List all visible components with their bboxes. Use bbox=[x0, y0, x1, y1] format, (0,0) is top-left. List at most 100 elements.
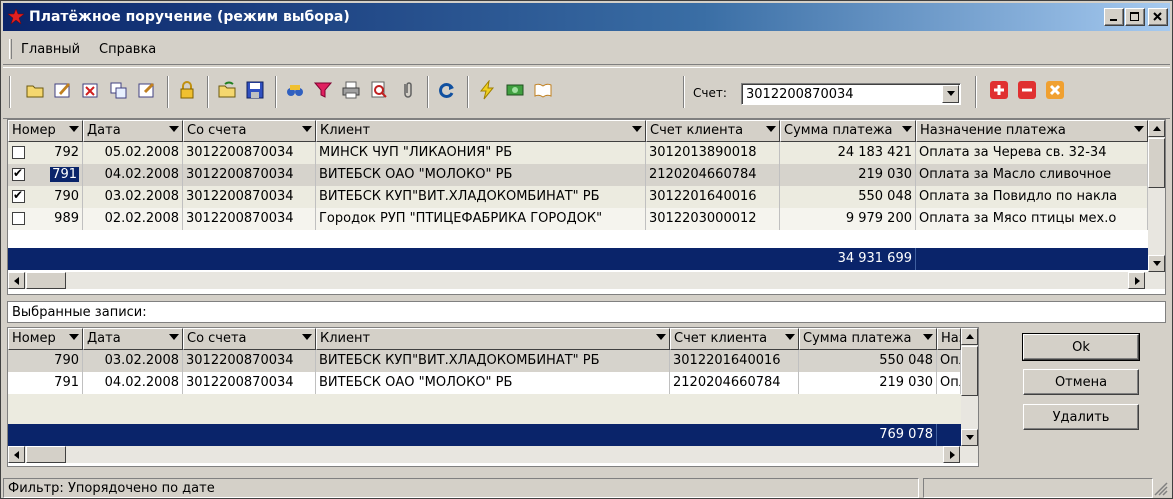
scroll-down-icon[interactable] bbox=[1148, 255, 1165, 272]
row-checkbox[interactable] bbox=[12, 188, 25, 203]
col-header-amount[interactable]: Сумма платежа bbox=[780, 120, 916, 142]
horizontal-scrollbar[interactable] bbox=[8, 272, 1165, 289]
money-icon[interactable] bbox=[503, 78, 529, 104]
scroll-down-icon[interactable] bbox=[961, 429, 978, 446]
lock-icon[interactable] bbox=[175, 78, 201, 104]
open-file-icon[interactable] bbox=[215, 78, 241, 104]
title-bar[interactable]: Платёжное поручение (режим выбора) bbox=[3, 3, 1170, 31]
col-header-number[interactable]: Номер bbox=[8, 120, 83, 142]
maximize-button[interactable] bbox=[1125, 8, 1145, 26]
menu-grip[interactable] bbox=[9, 39, 12, 59]
scroll-thumb[interactable] bbox=[961, 346, 978, 396]
col-header-date[interactable]: Дата bbox=[83, 120, 183, 142]
toolbar-separator bbox=[683, 76, 685, 108]
toolbar-separator bbox=[207, 76, 209, 108]
cancel-button[interactable]: Отмена bbox=[1023, 369, 1139, 395]
window-title: Платёжное поручение (режим выбора) bbox=[29, 9, 350, 25]
clear-x-icon[interactable] bbox=[1043, 78, 1069, 104]
row-checkbox[interactable] bbox=[12, 146, 25, 159]
scroll-left-icon[interactable] bbox=[8, 446, 25, 463]
refresh-icon[interactable] bbox=[435, 78, 461, 104]
col-header-client-account[interactable]: Счет клиента bbox=[670, 328, 799, 350]
selected-grid: Номер Дата Со счета Клиент Счет клиента … bbox=[7, 327, 979, 467]
edit-record-icon[interactable] bbox=[51, 78, 77, 104]
toolbar-grip bbox=[9, 76, 11, 108]
vertical-scrollbar[interactable] bbox=[961, 328, 978, 446]
payments-grid: Номер Дата Со счета Клиент Счет клиента … bbox=[7, 119, 1166, 295]
delete-record-icon[interactable] bbox=[79, 78, 105, 104]
table-row[interactable]: 791 04.02.2008 3012200870034 ВИТЕБСК ОАО… bbox=[8, 164, 1148, 186]
toolbar-separator bbox=[427, 76, 429, 108]
col-header-client[interactable]: Клиент bbox=[316, 328, 670, 350]
totals-row: 769 078 bbox=[8, 424, 961, 446]
account-value: 3012200870034 bbox=[746, 87, 854, 102]
print-icon[interactable] bbox=[339, 78, 365, 104]
execute-lightning-icon[interactable] bbox=[475, 78, 501, 104]
menu-help[interactable]: Справка bbox=[99, 42, 156, 57]
filter-icon[interactable] bbox=[311, 78, 337, 104]
vertical-scrollbar[interactable] bbox=[1148, 120, 1165, 272]
scroll-up-icon[interactable] bbox=[1148, 120, 1165, 137]
copy-record-icon[interactable] bbox=[107, 78, 133, 104]
ok-button[interactable]: Ok bbox=[1022, 333, 1140, 361]
empty-row-area bbox=[8, 230, 1148, 248]
status-bar: Фильтр: Упорядочено по дате bbox=[3, 476, 1170, 498]
totals-row: 34 931 699 bbox=[8, 248, 1148, 270]
book-icon[interactable] bbox=[531, 78, 557, 104]
minimize-button[interactable] bbox=[1104, 8, 1124, 26]
hscroll-thumb[interactable] bbox=[26, 446, 66, 463]
filter-status: Фильтр: Упорядочено по дате bbox=[3, 478, 919, 498]
col-header-date[interactable]: Дата bbox=[83, 328, 183, 350]
col-header-purpose[interactable]: Назначение платежа bbox=[916, 120, 1148, 142]
col-header-purpose[interactable]: Назн bbox=[937, 328, 961, 350]
table-row[interactable]: 792 05.02.2008 3012200870034 МИНСК ЧУП "… bbox=[8, 142, 1148, 164]
properties-icon[interactable] bbox=[135, 78, 161, 104]
table-row[interactable]: 790 03.02.2008 3012200870034 ВИТЕБСК КУП… bbox=[8, 186, 1148, 208]
table-row[interactable]: 989 02.02.2008 3012200870034 Городок РУП… bbox=[8, 208, 1148, 230]
chevron-down-icon[interactable] bbox=[942, 85, 959, 103]
add-plus-icon[interactable] bbox=[987, 78, 1013, 104]
col-header-number[interactable]: Номер bbox=[8, 328, 83, 350]
col-header-client-account[interactable]: Счет клиента bbox=[646, 120, 780, 142]
hscroll-thumb[interactable] bbox=[26, 272, 66, 289]
col-header-amount[interactable]: Сумма платежа bbox=[799, 328, 937, 350]
remove-minus-icon[interactable] bbox=[1015, 78, 1041, 104]
account-label: Счет: bbox=[693, 86, 727, 100]
menu-main[interactable]: Главный bbox=[21, 42, 80, 57]
table-row[interactable]: 790 03.02.2008 3012200870034 ВИТЕБСК КУП… bbox=[8, 350, 961, 372]
delete-button[interactable]: Удалить bbox=[1023, 404, 1139, 430]
table-row[interactable]: 791 04.02.2008 3012200870034 ВИТЕБСК ОАО… bbox=[8, 372, 961, 394]
account-combobox[interactable]: 3012200870034 bbox=[741, 83, 961, 105]
col-header-from-account[interactable]: Со счета bbox=[183, 328, 316, 350]
open-folder-icon[interactable] bbox=[23, 78, 49, 104]
app-star-icon bbox=[7, 8, 25, 26]
scroll-right-icon[interactable] bbox=[943, 446, 960, 463]
horizontal-scrollbar[interactable] bbox=[8, 446, 978, 463]
col-header-client[interactable]: Клиент bbox=[316, 120, 646, 142]
menu-bar: Главный Справка bbox=[3, 33, 1170, 65]
scroll-right-icon[interactable] bbox=[1128, 272, 1145, 289]
toolbar-separator bbox=[467, 76, 469, 108]
close-button[interactable] bbox=[1148, 8, 1168, 26]
attachment-icon[interactable] bbox=[395, 78, 421, 104]
scroll-up-icon[interactable] bbox=[961, 328, 978, 345]
status-pane-empty bbox=[923, 478, 1153, 498]
col-header-from-account[interactable]: Со счета bbox=[183, 120, 316, 142]
save-icon[interactable] bbox=[243, 78, 269, 104]
selected-records-label: Выбранные записи: bbox=[7, 301, 1166, 323]
empty-row-area bbox=[8, 394, 961, 424]
toolbar: Счет: 3012200870034 bbox=[3, 67, 1170, 119]
total-amount: 769 078 bbox=[799, 424, 937, 446]
resize-grip-icon[interactable] bbox=[1154, 482, 1168, 499]
preview-icon[interactable] bbox=[367, 78, 393, 104]
total-amount: 34 931 699 bbox=[780, 248, 916, 270]
scroll-left-icon[interactable] bbox=[8, 272, 25, 289]
row-checkbox[interactable] bbox=[12, 166, 25, 181]
toolbar-separator bbox=[167, 76, 169, 108]
main-window: Платёжное поручение (режим выбора) Главн… bbox=[0, 0, 1173, 499]
row-checkbox[interactable] bbox=[12, 212, 25, 225]
scroll-thumb[interactable] bbox=[1148, 138, 1165, 188]
find-binoculars-icon[interactable] bbox=[283, 78, 309, 104]
toolbar-separator bbox=[975, 76, 977, 108]
toolbar-separator bbox=[275, 76, 277, 108]
